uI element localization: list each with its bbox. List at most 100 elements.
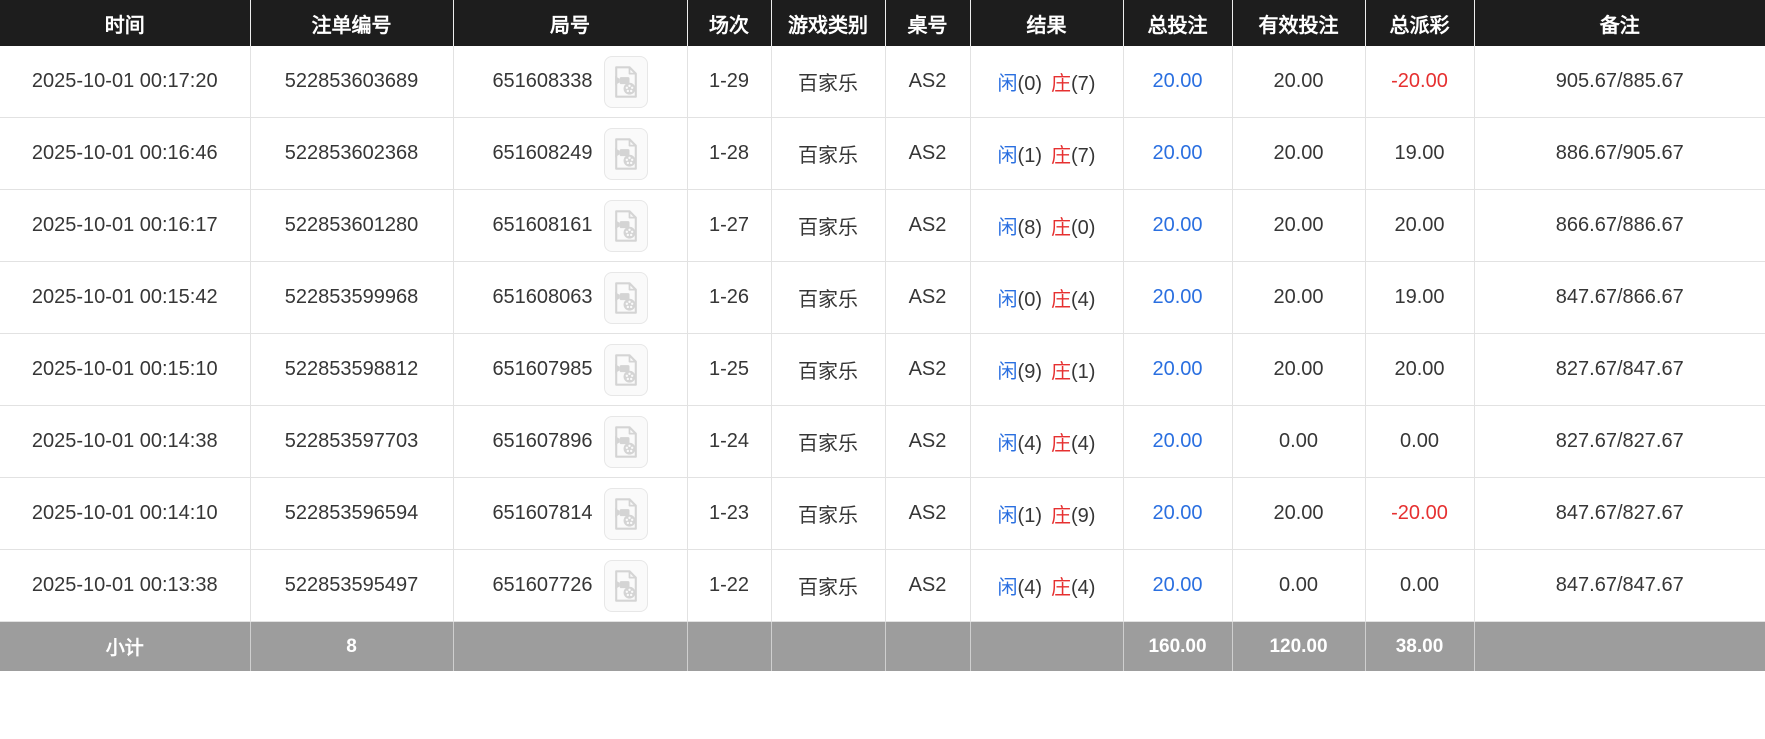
col-header-round-id: 局号 bbox=[453, 0, 688, 46]
result-player-label: 闲 bbox=[997, 433, 1018, 455]
cell-time: 2025-10-01 00:15:10 bbox=[0, 333, 251, 406]
cell-bet-id: 522853596594 bbox=[250, 477, 454, 550]
table-header-row: 时间 注单编号 局号 场次 游戏类别 桌号 结果 总投注 有效投注 总派彩 备注 bbox=[0, 0, 1765, 46]
cell-remark: 847.67/847.67 bbox=[1474, 549, 1765, 622]
cell-total-payout: 19.00 bbox=[1365, 261, 1475, 334]
cell-bet-id: 522853597703 bbox=[250, 405, 454, 478]
cell-total-payout: 0.00 bbox=[1365, 549, 1475, 622]
cell-remark: 827.67/827.67 bbox=[1474, 405, 1765, 478]
cell-valid-bet: 0.00 bbox=[1232, 549, 1366, 622]
cell-bet-id: 522853601280 bbox=[250, 189, 454, 262]
cell-game-type: 百家乐 bbox=[771, 261, 886, 334]
video-replay-button[interactable] bbox=[603, 415, 648, 468]
subtotal-valid-bet: 120.00 bbox=[1232, 621, 1366, 671]
result-banker-label: 庄 bbox=[1051, 145, 1071, 167]
result-player-count: (1) bbox=[1017, 145, 1042, 167]
result-player-label: 闲 bbox=[997, 217, 1018, 239]
cell-result: 闲(0) 庄(7) bbox=[970, 46, 1124, 118]
cell-game-type: 百家乐 bbox=[771, 405, 886, 478]
cell-round-id: 651607814 bbox=[453, 477, 688, 550]
table-row: 2025-10-01 00:15:10 522853598812 6516079… bbox=[0, 333, 1765, 406]
result-player-count: (1) bbox=[1017, 505, 1042, 527]
result-player-label: 闲 bbox=[997, 361, 1018, 383]
cell-time: 2025-10-01 00:14:10 bbox=[0, 477, 251, 550]
subtotal-total-bet: 160.00 bbox=[1123, 621, 1233, 671]
cell-table-no: AS2 bbox=[885, 46, 971, 118]
cell-remark: 866.67/886.67 bbox=[1474, 189, 1765, 262]
table-row: 2025-10-01 00:16:17 522853601280 6516081… bbox=[0, 189, 1765, 262]
video-file-icon bbox=[614, 425, 637, 458]
result-banker-label: 庄 bbox=[1051, 73, 1071, 95]
cell-round-id: 651608338 bbox=[453, 46, 688, 118]
cell-result: 闲(0) 庄(4) bbox=[970, 261, 1124, 334]
col-header-game-type: 游戏类别 bbox=[771, 0, 886, 46]
cell-total-payout: -20.00 bbox=[1365, 46, 1475, 118]
cell-game-type: 百家乐 bbox=[771, 477, 886, 550]
cell-table-no: AS2 bbox=[885, 477, 971, 550]
result-banker-label: 庄 bbox=[1051, 577, 1071, 599]
cell-total-payout: 19.00 bbox=[1365, 117, 1475, 190]
result-player-count: (4) bbox=[1017, 433, 1042, 455]
cell-result: 闲(9) 庄(1) bbox=[970, 333, 1124, 406]
result-banker-label: 庄 bbox=[1051, 505, 1071, 527]
betting-records-table: 时间 注单编号 局号 场次 游戏类别 桌号 结果 总投注 有效投注 总派彩 备注… bbox=[0, 0, 1765, 671]
cell-session: 1-26 bbox=[687, 261, 772, 334]
table-row: 2025-10-01 00:17:20 522853603689 6516083… bbox=[0, 46, 1765, 118]
result-player-count: (9) bbox=[1017, 361, 1042, 383]
result-banker-count: (7) bbox=[1071, 145, 1096, 167]
cell-result: 闲(4) 庄(4) bbox=[970, 405, 1124, 478]
subtotal-row: 小计 8 160.00 120.00 38.00 bbox=[0, 621, 1765, 671]
cell-game-type: 百家乐 bbox=[771, 189, 886, 262]
cell-total-bet: 20.00 bbox=[1123, 189, 1233, 262]
cell-bet-id: 522853602368 bbox=[250, 117, 454, 190]
cell-time: 2025-10-01 00:14:38 bbox=[0, 405, 251, 478]
subtotal-empty-cell bbox=[453, 621, 688, 671]
result-banker-label: 庄 bbox=[1051, 289, 1071, 311]
cell-table-no: AS2 bbox=[885, 189, 971, 262]
video-replay-button[interactable] bbox=[603, 343, 648, 396]
cell-result: 闲(1) 庄(9) bbox=[970, 477, 1124, 550]
cell-session: 1-28 bbox=[687, 117, 772, 190]
round-id-text: 651608338 bbox=[492, 70, 593, 92]
cell-valid-bet: 0.00 bbox=[1232, 405, 1366, 478]
result-banker-count: (4) bbox=[1071, 433, 1096, 455]
video-replay-button[interactable] bbox=[603, 487, 648, 540]
cell-bet-id: 522853603689 bbox=[250, 46, 454, 118]
video-replay-button[interactable] bbox=[603, 559, 648, 612]
cell-result: 闲(1) 庄(7) bbox=[970, 117, 1124, 190]
cell-total-payout: 0.00 bbox=[1365, 405, 1475, 478]
cell-table-no: AS2 bbox=[885, 261, 971, 334]
cell-session: 1-29 bbox=[687, 46, 772, 118]
result-player-count: (4) bbox=[1017, 577, 1042, 599]
result-banker-count: (4) bbox=[1071, 289, 1096, 311]
cell-result: 闲(8) 庄(0) bbox=[970, 189, 1124, 262]
video-replay-button[interactable] bbox=[603, 271, 648, 324]
result-player-count: (0) bbox=[1017, 73, 1042, 95]
round-id-text: 651608063 bbox=[492, 286, 593, 308]
cell-valid-bet: 20.00 bbox=[1232, 261, 1366, 334]
result-banker-label: 庄 bbox=[1051, 217, 1071, 239]
cell-total-bet: 20.00 bbox=[1123, 117, 1233, 190]
cell-valid-bet: 20.00 bbox=[1232, 477, 1366, 550]
cell-remark: 847.67/866.67 bbox=[1474, 261, 1765, 334]
col-header-result: 结果 bbox=[970, 0, 1124, 46]
cell-total-bet: 20.00 bbox=[1123, 405, 1233, 478]
video-replay-button[interactable] bbox=[603, 127, 648, 180]
video-replay-button[interactable] bbox=[603, 199, 648, 252]
cell-session: 1-23 bbox=[687, 477, 772, 550]
col-header-table-no: 桌号 bbox=[885, 0, 971, 46]
cell-bet-id: 522853599968 bbox=[250, 261, 454, 334]
col-header-valid-bet: 有效投注 bbox=[1232, 0, 1366, 46]
col-header-remark: 备注 bbox=[1474, 0, 1765, 46]
video-file-icon bbox=[614, 569, 637, 602]
cell-bet-id: 522853595497 bbox=[250, 549, 454, 622]
round-id-text: 651608249 bbox=[492, 142, 593, 164]
round-id-text: 651607896 bbox=[492, 430, 593, 452]
cell-session: 1-24 bbox=[687, 405, 772, 478]
cell-session: 1-27 bbox=[687, 189, 772, 262]
video-replay-button[interactable] bbox=[603, 55, 648, 108]
video-file-icon bbox=[614, 353, 637, 386]
subtotal-count: 8 bbox=[250, 621, 454, 671]
cell-total-bet: 20.00 bbox=[1123, 261, 1233, 334]
round-id-text: 651607814 bbox=[492, 502, 593, 524]
